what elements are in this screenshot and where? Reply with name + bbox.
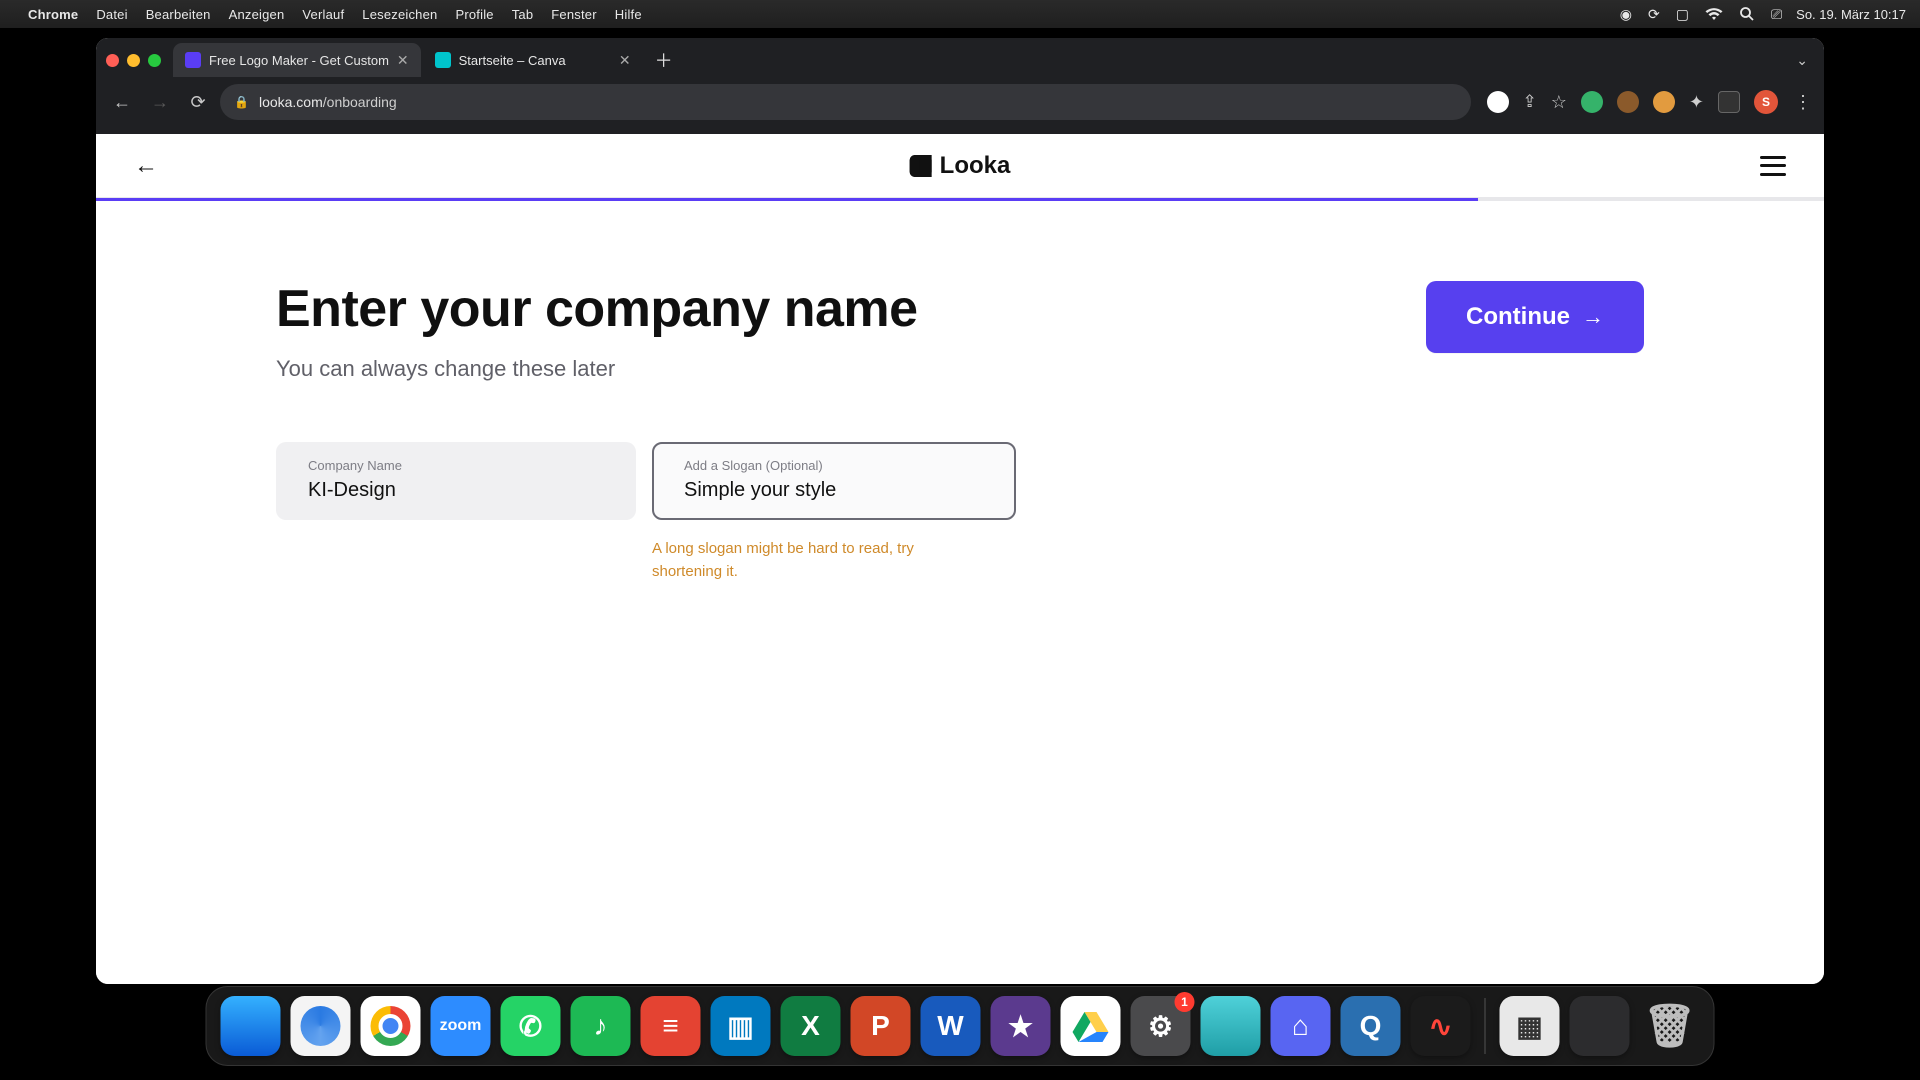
control-center-icon[interactable]: ⎚ (1771, 6, 1782, 23)
brand-mark-icon (910, 155, 932, 177)
page-subheading: You can always change these later (276, 356, 1386, 382)
menubar-item[interactable]: Profile (455, 7, 493, 22)
dock-finder-icon[interactable] (221, 996, 281, 1056)
address-bar[interactable]: 🔒 looka.com/onboarding (220, 84, 1471, 120)
menubar-item[interactable]: Datei (96, 7, 127, 22)
field-label: Add a Slogan (Optional) (684, 458, 984, 473)
menubar-item[interactable]: Lesezeichen (362, 7, 437, 22)
tab-title: Startseite – Canva (459, 53, 611, 68)
dock-imovie-icon[interactable]: ★ (991, 996, 1051, 1056)
macos-dock: zoom ✆ ♪ ≡ ▥ X P W ★ ⚙1 ⌂ Q ∿ ▦ 🗑 (206, 986, 1715, 1066)
window-zoom-button[interactable] (148, 54, 161, 67)
menubar-item[interactable]: Verlauf (302, 7, 344, 22)
browser-chrome: Free Logo Maker - Get Custom ✕ Startseit… (96, 38, 1824, 134)
wifi-icon[interactable] (1705, 8, 1723, 21)
menubar-item[interactable]: Tab (512, 7, 534, 22)
dock-powerpoint-icon[interactable]: P (851, 996, 911, 1056)
dock-voicememos-icon[interactable]: ∿ (1411, 996, 1471, 1056)
settings-badge: 1 (1175, 992, 1195, 1012)
bookmark-star-icon[interactable]: ☆ (1551, 92, 1567, 113)
slogan-warning: A long slogan might be hard to read, try… (652, 538, 984, 583)
spotlight-search-icon[interactable] (1739, 6, 1755, 22)
macos-menubar: Chrome Datei Bearbeiten Anzeigen Verlauf… (0, 0, 1920, 28)
status-record-icon[interactable]: ◉ (1620, 6, 1632, 23)
dock-trello-icon[interactable]: ▥ (711, 996, 771, 1056)
browser-window: Free Logo Maker - Get Custom ✕ Startseit… (96, 38, 1824, 984)
company-name-input[interactable] (308, 479, 604, 502)
tabs-dropdown-icon[interactable]: ⌄ (1790, 52, 1814, 69)
extension-icon[interactable] (1581, 91, 1603, 113)
extension-icon[interactable] (1653, 91, 1675, 113)
dock-chrome-icon[interactable] (361, 996, 421, 1056)
google-ext-icon[interactable] (1487, 91, 1509, 113)
arrow-right-icon: → (1582, 304, 1604, 330)
field-label: Company Name (308, 458, 604, 473)
toolbar-right: ⇪ ☆ ✦ S ⋮ (1487, 90, 1814, 114)
page-content: ← Looka Enter your company name You can … (96, 134, 1824, 984)
share-icon[interactable]: ⇪ (1523, 92, 1537, 112)
window-minimize-button[interactable] (127, 54, 140, 67)
dock-safari-icon[interactable] (291, 996, 351, 1056)
sidepanel-icon[interactable] (1718, 91, 1740, 113)
page-heading: Enter your company name (276, 281, 1386, 338)
nav-forward-button[interactable]: → (144, 86, 176, 118)
brand-logo[interactable]: Looka (910, 152, 1011, 180)
dock-preview-icon[interactable]: ▦ (1500, 996, 1560, 1056)
tab-close-icon[interactable]: ✕ (619, 52, 631, 69)
browser-tab-active[interactable]: Free Logo Maker - Get Custom ✕ (173, 43, 421, 77)
dock-separator (1485, 998, 1486, 1054)
app-back-button[interactable]: ← (134, 152, 158, 180)
tab-strip: Free Logo Maker - Get Custom ✕ Startseit… (96, 38, 1824, 82)
lock-icon: 🔒 (234, 95, 249, 109)
dock-settings-icon[interactable]: ⚙1 (1131, 996, 1191, 1056)
window-controls (106, 54, 161, 67)
url-path: /onboarding (323, 94, 397, 110)
continue-button[interactable]: Continue → (1426, 281, 1644, 353)
dock-zoom-icon[interactable]: zoom (431, 996, 491, 1056)
brand-name: Looka (940, 152, 1011, 180)
company-name-field[interactable]: Company Name (276, 442, 636, 520)
dock-app-icon[interactable] (1201, 996, 1261, 1056)
app-header: ← Looka (96, 134, 1824, 198)
tab-favicon (185, 52, 201, 68)
fields-row: Company Name Add a Slogan (Optional) (276, 442, 1036, 520)
menu-hamburger-icon[interactable] (1760, 156, 1786, 176)
dock-quicktime-icon[interactable]: Q (1341, 996, 1401, 1056)
nav-reload-button[interactable]: ⟳ (182, 86, 214, 118)
tab-favicon (435, 52, 451, 68)
dock-googledrive-icon[interactable] (1061, 996, 1121, 1056)
dock-word-icon[interactable]: W (921, 996, 981, 1056)
menubar-clock[interactable]: So. 19. März 10:17 (1796, 7, 1906, 22)
slogan-field[interactable]: Add a Slogan (Optional) (652, 442, 1016, 520)
slogan-input[interactable] (684, 479, 984, 502)
menubar-item[interactable]: Bearbeiten (146, 7, 211, 22)
extensions-puzzle-icon[interactable]: ✦ (1689, 92, 1704, 113)
dock-trash-icon[interactable]: 🗑 (1640, 996, 1700, 1056)
dock-whatsapp-icon[interactable]: ✆ (501, 996, 561, 1056)
dock-app-icon[interactable] (1570, 996, 1630, 1056)
chrome-menu-icon[interactable]: ⋮ (1792, 92, 1814, 113)
browser-tab[interactable]: Startseite – Canva ✕ (423, 43, 643, 77)
menubar-item[interactable]: Anzeigen (229, 7, 285, 22)
dock-excel-icon[interactable]: X (781, 996, 841, 1056)
profile-avatar[interactable]: S (1754, 90, 1778, 114)
status-loop-icon[interactable]: ⟳ (1648, 6, 1660, 23)
battery-icon[interactable]: ▢ (1676, 6, 1689, 23)
url-host: looka.com (259, 94, 323, 110)
form-section: Enter your company name You can always c… (96, 201, 1824, 583)
menubar-app-name[interactable]: Chrome (28, 7, 78, 22)
new-tab-button[interactable]: ＋ (649, 45, 679, 75)
window-close-button[interactable] (106, 54, 119, 67)
dock-todoist-icon[interactable]: ≡ (641, 996, 701, 1056)
tab-title: Free Logo Maker - Get Custom (209, 53, 389, 68)
extension-icon[interactable] (1617, 91, 1639, 113)
address-bar-row: ← → ⟳ 🔒 looka.com/onboarding ⇪ ☆ ✦ S ⋮ (96, 82, 1824, 134)
menubar-item[interactable]: Hilfe (615, 7, 642, 22)
tab-close-icon[interactable]: ✕ (397, 52, 409, 69)
nav-back-button[interactable]: ← (106, 86, 138, 118)
menubar-item[interactable]: Fenster (551, 7, 596, 22)
continue-label: Continue (1466, 303, 1570, 331)
dock-discord-icon[interactable]: ⌂ (1271, 996, 1331, 1056)
dock-spotify-icon[interactable]: ♪ (571, 996, 631, 1056)
